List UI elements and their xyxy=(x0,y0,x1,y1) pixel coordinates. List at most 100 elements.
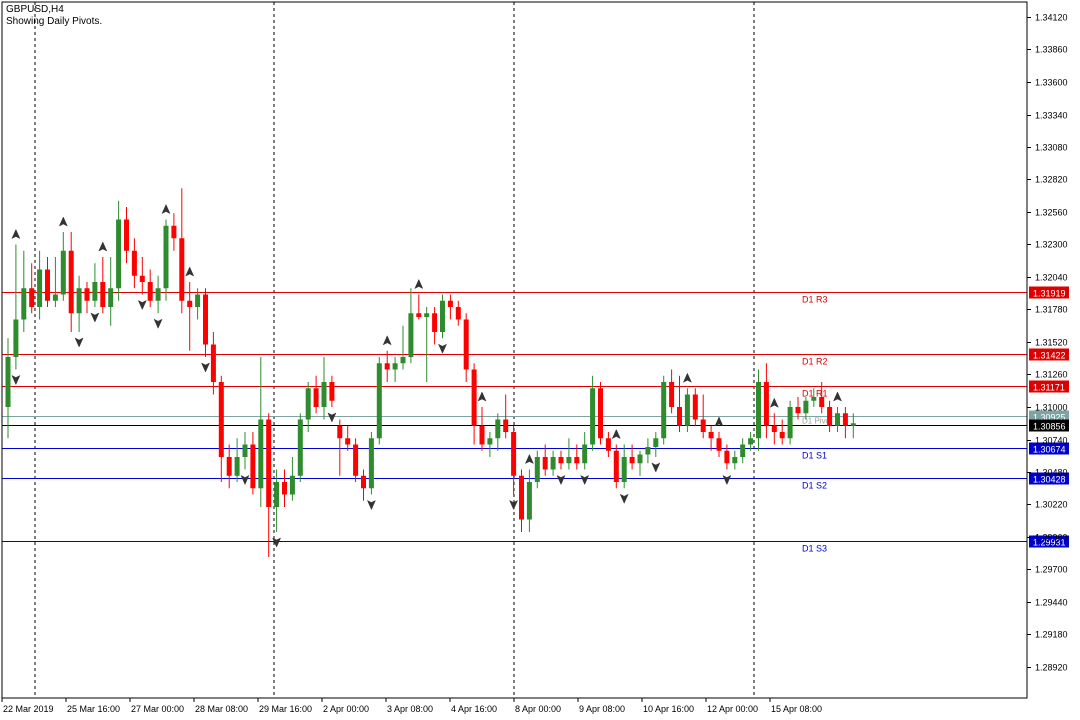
candle xyxy=(392,357,398,382)
candle xyxy=(621,444,627,489)
candle-body xyxy=(692,394,698,420)
candle xyxy=(210,332,216,395)
candle-body xyxy=(637,454,643,464)
fractal-down-arrow-icon xyxy=(437,343,448,354)
grid-layer xyxy=(34,2,755,698)
fractal-up-arrow-icon xyxy=(382,335,392,346)
candle xyxy=(566,438,572,470)
y-axis-tick-label: 1.30480 xyxy=(1035,468,1068,478)
candle xyxy=(203,288,208,357)
candle-body xyxy=(408,313,414,357)
y-axis-tick-label: 1.28920 xyxy=(1035,663,1068,673)
x-axis-tick-label: 15 Apr 08:00 xyxy=(771,704,822,714)
y-axis-tick-label: 1.29700 xyxy=(1035,565,1068,575)
y-axis-tick-label: 1.31000 xyxy=(1035,403,1068,413)
fractal-up-arrow-icon xyxy=(414,278,424,290)
candle xyxy=(653,432,659,457)
fractal-arrow-shape xyxy=(90,312,100,323)
fractal-arrow-shape xyxy=(58,216,68,227)
x-axis-tick-label: 25 Mar 16:00 xyxy=(67,704,120,714)
fractal-arrow-shape xyxy=(477,391,487,402)
candle-body xyxy=(100,282,106,307)
candle xyxy=(708,425,714,451)
candle xyxy=(756,369,761,451)
candle-body xyxy=(392,363,398,370)
candle xyxy=(139,257,145,295)
candle-body xyxy=(305,388,311,420)
fractal-arrow-shape xyxy=(611,428,621,440)
candle xyxy=(827,400,833,432)
candle-body xyxy=(297,419,303,476)
fractal-down-arrow-icon xyxy=(651,462,661,473)
candle-body xyxy=(124,219,129,251)
candle xyxy=(68,232,74,332)
candle xyxy=(455,300,461,326)
candle xyxy=(345,425,351,451)
fractal-arrow-shape xyxy=(74,337,84,348)
candle xyxy=(258,357,264,507)
candle-body xyxy=(45,269,50,301)
candle-body xyxy=(613,450,619,482)
candle-body xyxy=(598,388,603,439)
fractal-down-arrow-icon xyxy=(90,312,100,323)
candle-body xyxy=(171,225,177,239)
candle xyxy=(440,294,445,339)
candle xyxy=(329,375,335,407)
candle xyxy=(605,432,611,457)
candle-body xyxy=(526,482,532,520)
candle-body xyxy=(724,450,730,464)
price-chart[interactable]: D1 R3D1 R2D1 R1D1 PivotD1 S1D1 S2D1 S3 1… xyxy=(0,0,1080,720)
candle-body xyxy=(13,319,19,357)
candle-body xyxy=(511,432,517,476)
fractal-arrow-shape xyxy=(11,374,21,386)
pivot-price-tag-text: 1.30674 xyxy=(1033,445,1066,455)
candle xyxy=(21,250,27,332)
candle-body xyxy=(234,457,240,476)
fractal-arrow-shape xyxy=(682,372,692,383)
candle-body xyxy=(68,250,74,314)
x-axis-tick-label: 27 Mar 00:00 xyxy=(131,704,184,714)
x-axis-tick-label: 9 Apr 08:00 xyxy=(579,704,625,714)
y-axis-tick-label: 1.31520 xyxy=(1035,338,1068,348)
fractal-arrow-shape xyxy=(619,493,629,504)
fractal-down-arrow-icon xyxy=(580,474,590,486)
candle xyxy=(289,457,295,501)
y-axis-tick-label: 1.33080 xyxy=(1035,143,1068,153)
candle-body xyxy=(131,250,137,276)
candle-body xyxy=(432,313,438,332)
candle-body xyxy=(827,407,833,426)
y-axis-tick-label: 1.32040 xyxy=(1035,273,1068,283)
pivot-level-label: D1 S2 xyxy=(802,481,827,491)
candle xyxy=(226,444,232,489)
candle xyxy=(131,238,137,289)
candle-body xyxy=(740,444,746,457)
candle xyxy=(155,275,161,314)
candle-body xyxy=(226,457,232,476)
fractal-up-arrow-icon xyxy=(769,397,779,408)
candle-body xyxy=(289,475,295,495)
fractal-arrow-shape xyxy=(240,474,250,486)
fractal-up-arrow-icon xyxy=(682,372,692,383)
fractal-up-arrow-icon xyxy=(477,391,487,402)
candle xyxy=(76,275,82,332)
candle-body xyxy=(76,288,82,314)
candle-body xyxy=(732,457,738,464)
fractal-down-arrow-icon xyxy=(11,374,21,386)
fractal-arrow-shape xyxy=(722,474,732,486)
x-axis-tick-label: 2 Apr 00:00 xyxy=(323,704,369,714)
candle-body xyxy=(590,388,596,445)
candle xyxy=(321,357,327,420)
candle xyxy=(124,207,129,264)
candle-body xyxy=(313,388,319,407)
candle-body xyxy=(582,444,588,464)
fractal-down-arrow-icon xyxy=(240,474,250,486)
candle-body xyxy=(218,382,224,457)
symbol-timeframe-title: GBPUSD,H4 xyxy=(6,4,64,15)
pivot-level-label: D1 R3 xyxy=(802,295,828,305)
candle-body xyxy=(179,238,185,301)
candle xyxy=(116,200,122,301)
candle xyxy=(92,263,98,307)
fractal-down-arrow-icon xyxy=(137,299,147,311)
fractal-arrow-shape xyxy=(161,203,171,215)
fractal-down-arrow-icon xyxy=(366,499,376,511)
